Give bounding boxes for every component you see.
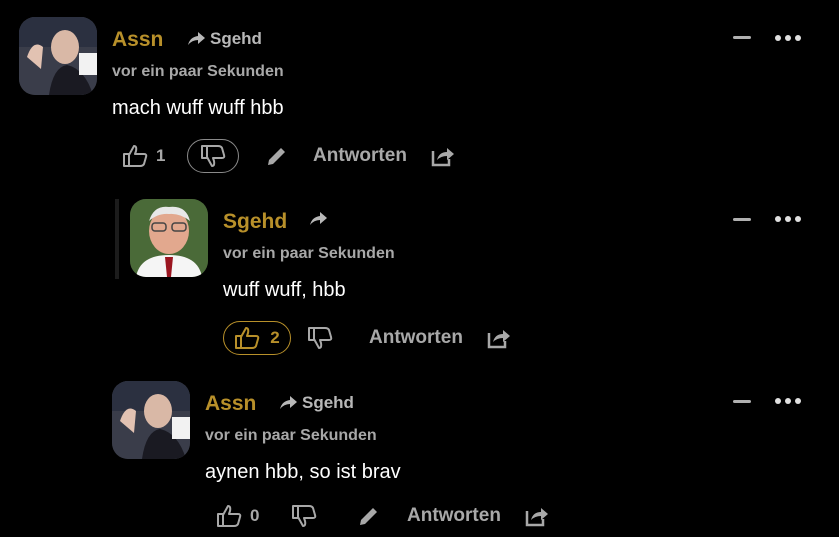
share-icon — [525, 508, 548, 527]
share-button[interactable] — [525, 505, 549, 527]
thumbs-up-icon — [217, 505, 242, 527]
dislike-button[interactable] — [291, 504, 317, 528]
comment-actions: 0 Antworten — [216, 504, 549, 528]
thumbs-down-icon — [292, 505, 317, 527]
edit-button[interactable] — [357, 504, 381, 528]
comment-text: aynen hbb, so ist brav — [205, 461, 401, 483]
avatar[interactable] — [112, 381, 190, 459]
comment-3: Assn Sgehd vor ein paar Sekunden aynen h… — [0, 0, 839, 537]
like-button[interactable]: 0 — [216, 504, 276, 528]
reply-to-link[interactable]: Sgehd — [278, 393, 354, 413]
collapse-icon[interactable] — [733, 400, 751, 403]
reply-button[interactable]: Antworten — [407, 505, 501, 527]
reply-to-name: Sgehd — [302, 393, 354, 412]
more-options-icon[interactable] — [775, 398, 801, 404]
pencil-icon — [360, 508, 377, 525]
like-count: 0 — [250, 506, 260, 525]
timestamp: vor ein paar Sekunden — [205, 427, 377, 444]
reply-arrow-icon — [280, 396, 297, 409]
author-name[interactable]: Assn — [205, 392, 256, 416]
